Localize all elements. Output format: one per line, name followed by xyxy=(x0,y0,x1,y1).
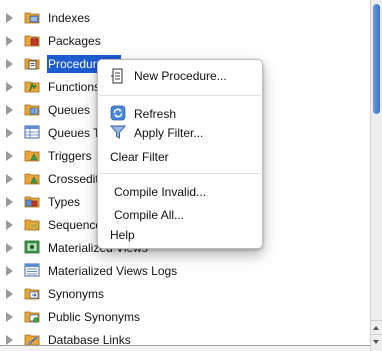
compile-invalid-menu-item[interactable]: Compile Invalid... xyxy=(114,183,206,201)
scroll-thumb[interactable] xyxy=(373,4,380,114)
sequences-icon xyxy=(24,219,40,231)
indexes-icon xyxy=(24,12,40,24)
arrow-up-icon xyxy=(373,326,379,330)
synonyms-icon xyxy=(24,288,40,300)
scroll-up-button[interactable] xyxy=(371,320,382,335)
scroll-down-button[interactable] xyxy=(371,334,382,349)
procedures-icon xyxy=(24,58,40,70)
expand-arrow-icon[interactable] xyxy=(6,59,13,69)
expand-arrow-icon[interactable] xyxy=(6,335,13,345)
tree-item-label[interactable]: Packages xyxy=(47,33,102,49)
panel-bottom-edge xyxy=(0,345,370,351)
apply-filter-menu-item[interactable]: Apply Filter... xyxy=(134,124,203,142)
materialized-views-logs-icon xyxy=(24,263,40,277)
arrow-down-icon xyxy=(373,340,379,344)
tree-item-label[interactable]: Materialized Views Logs xyxy=(47,263,178,279)
tree-item-label[interactable]: Public Synonyms xyxy=(47,309,141,325)
filter-icon xyxy=(110,125,126,139)
expand-arrow-icon[interactable] xyxy=(6,312,13,322)
new-procedure-icon xyxy=(111,68,123,84)
menu-separator xyxy=(99,95,261,96)
functions-icon xyxy=(24,81,40,93)
tree-item-label[interactable]: Indexes xyxy=(47,10,91,26)
vertical-scrollbar[interactable] xyxy=(370,0,382,351)
refresh-icon xyxy=(110,105,126,121)
new-procedure-menu-item[interactable]: New Procedure... xyxy=(134,67,227,85)
expand-arrow-icon[interactable] xyxy=(6,36,13,46)
expand-arrow-icon[interactable] xyxy=(6,266,13,276)
packages-icon xyxy=(24,35,40,47)
tree-item-label[interactable]: Triggers xyxy=(47,148,93,164)
public-synonyms-icon xyxy=(24,311,40,323)
expand-arrow-icon[interactable] xyxy=(6,197,13,207)
expand-arrow-icon[interactable] xyxy=(6,220,13,230)
tree-item-label[interactable]: Functions xyxy=(47,79,101,95)
help-menu-item[interactable]: Help xyxy=(110,226,135,244)
types-icon xyxy=(24,196,40,208)
clear-filter-menu-item[interactable]: Clear Filter xyxy=(110,148,169,166)
tree-row-synonyms[interactable]: Synonyms xyxy=(0,282,370,305)
expand-arrow-icon[interactable] xyxy=(6,128,13,138)
tree-item-label[interactable]: Types xyxy=(47,194,81,210)
expand-arrow-icon[interactable] xyxy=(6,105,13,115)
expand-arrow-icon[interactable] xyxy=(6,82,13,92)
tree-row-materialized-views-logs[interactable]: Materialized Views Logs xyxy=(0,259,370,282)
crossedition-triggers-icon xyxy=(24,173,40,185)
tree-row-public-synonyms[interactable]: Public Synonyms xyxy=(0,305,370,328)
context-menu: New Procedure... Refresh Apply Filter...… xyxy=(97,59,263,249)
menu-separator xyxy=(99,173,261,174)
expand-arrow-icon[interactable] xyxy=(6,151,13,161)
connections-panel: Indexes Packages Procedures Functions Qu… xyxy=(0,0,382,351)
expand-arrow-icon[interactable] xyxy=(6,289,13,299)
refresh-menu-item[interactable]: Refresh xyxy=(134,105,176,123)
compile-all-menu-item[interactable]: Compile All... xyxy=(114,206,184,224)
tree-row-packages[interactable]: Packages xyxy=(0,29,370,52)
tree-row-indexes[interactable]: Indexes xyxy=(0,6,370,29)
materialized-views-icon xyxy=(24,240,40,254)
triggers-icon xyxy=(24,150,40,162)
expand-arrow-icon[interactable] xyxy=(6,174,13,184)
expand-arrow-icon[interactable] xyxy=(6,13,13,23)
expand-arrow-icon[interactable] xyxy=(6,243,13,253)
queues-icon xyxy=(24,104,40,116)
tree-item-label[interactable]: Synonyms xyxy=(47,286,105,302)
tree-item-label[interactable]: Queues xyxy=(47,102,91,118)
queues-tables-icon xyxy=(24,125,40,139)
